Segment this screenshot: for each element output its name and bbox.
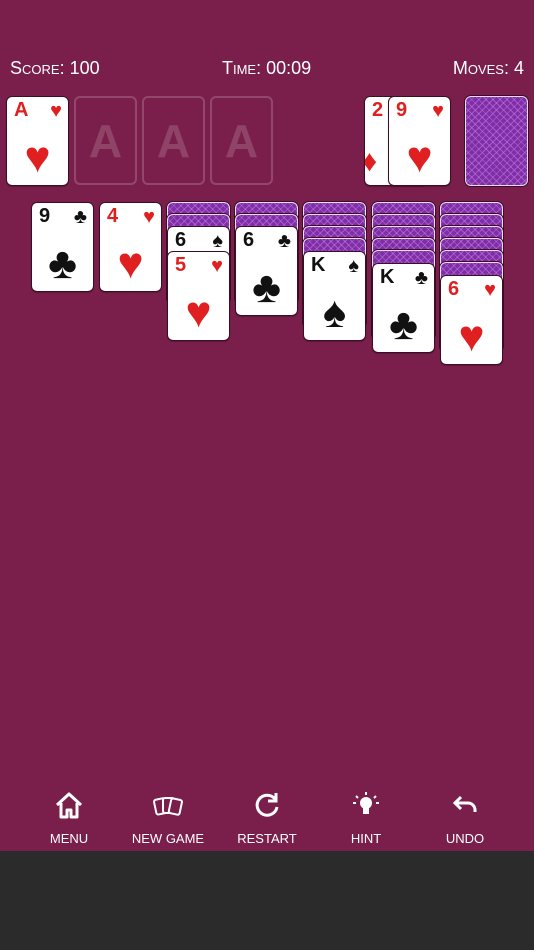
cards-icon — [118, 790, 218, 824]
score-label: Score: 100 — [10, 58, 100, 78]
restart-button[interactable]: RESTART — [217, 790, 317, 846]
tableau-6-card[interactable]: K ♣ ♣ — [372, 263, 435, 353]
club-icon: ♣ — [252, 263, 281, 312]
heart-icon: ♥ — [143, 206, 155, 228]
foundation-card-ace-hearts[interactable]: A ♥ ♥ — [6, 96, 69, 186]
hint-label: HINT — [350, 831, 382, 846]
card-rank: 2 — [372, 99, 384, 121]
card-rank: 9 — [39, 205, 51, 227]
spade-icon: ♠ — [212, 230, 223, 252]
card-rank: 6 — [448, 278, 460, 300]
time-label: Time: 00:09 — [222, 58, 312, 78]
hint-button[interactable]: HINT — [316, 790, 416, 846]
card-rank: 6 — [175, 229, 187, 251]
restart-label: RESTART — [237, 831, 297, 846]
club-icon: ♣ — [48, 239, 77, 288]
card-rank: 6 — [243, 229, 255, 251]
club-icon: ♣ — [414, 267, 428, 289]
card-rank: A — [14, 99, 29, 121]
lightbulb-icon — [316, 790, 416, 824]
new-game-label: NEW GAME — [131, 831, 205, 846]
moves-label: Moves: 4 — [452, 58, 524, 78]
stats-bar: Score: 100 Time: 00:09 Moves: 4 — [0, 58, 534, 82]
heart-icon: ♥ — [24, 133, 51, 182]
bottom-toolbar: MENU NEW GAME RESTART HINT UNDO — [0, 790, 534, 850]
home-icon — [19, 790, 119, 824]
card-rank: 5 — [175, 254, 187, 276]
tableau-2-card[interactable]: 4 ♥ ♥ — [99, 202, 162, 292]
heart-icon: ♥ — [211, 255, 223, 277]
menu-label: MENU — [49, 831, 89, 846]
waste-card-top[interactable]: 9 ♥ ♥ — [388, 96, 451, 186]
heart-icon: ♥ — [458, 312, 485, 361]
club-icon: ♣ — [73, 206, 87, 228]
new-game-button[interactable]: NEW GAME — [118, 790, 218, 846]
card-rank: 4 — [107, 205, 119, 227]
heart-icon: ♥ — [484, 279, 496, 301]
undo-button[interactable]: UNDO — [415, 790, 515, 846]
tableau-1-card[interactable]: 9 ♣ ♣ — [31, 202, 94, 292]
spade-icon: ♠ — [348, 255, 359, 277]
heart-icon: ♥ — [432, 100, 444, 122]
card-rank: K — [311, 254, 326, 276]
undo-label: UNDO — [445, 831, 485, 846]
tableau-4-card[interactable]: 6 ♣ ♣ — [235, 226, 298, 316]
undo-icon — [415, 790, 515, 824]
tableau-7-card[interactable]: 6 ♥ ♥ — [440, 275, 503, 365]
heart-icon: ♥ — [117, 239, 144, 288]
card-rank: 9 — [396, 99, 408, 121]
club-icon: ♣ — [277, 230, 291, 252]
stock-pile[interactable] — [465, 96, 528, 186]
foundation-slot-4[interactable]: A — [210, 96, 273, 185]
card-rank: K — [380, 266, 395, 288]
tableau-3-card-top[interactable]: 5 ♥ ♥ — [167, 251, 230, 341]
foundation-slot-2[interactable]: A — [74, 96, 137, 185]
tableau-5-card[interactable]: K ♠ ♠ — [303, 251, 366, 341]
restart-icon — [217, 790, 317, 824]
system-bar — [0, 851, 534, 950]
heart-icon: ♥ — [185, 288, 212, 337]
spade-icon: ♠ — [322, 288, 347, 337]
heart-icon: ♥ — [406, 133, 433, 182]
heart-icon: ♥ — [50, 100, 62, 122]
foundation-slot-3[interactable]: A — [142, 96, 205, 185]
club-icon: ♣ — [389, 300, 418, 349]
menu-button[interactable]: MENU — [19, 790, 119, 846]
